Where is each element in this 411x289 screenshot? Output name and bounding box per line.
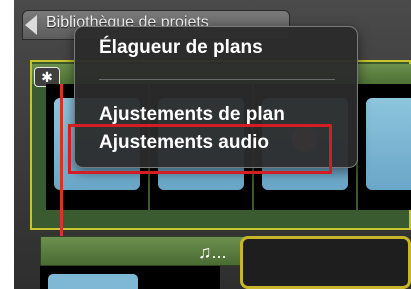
menu-separator xyxy=(99,79,335,80)
imovie-window: Bibliothèque de projets ✱ ♫... Élagueur … xyxy=(0,0,411,289)
menu-item-clip-adjustments[interactable]: Ajustements de plan xyxy=(99,104,285,126)
thumbnail-image xyxy=(366,98,411,190)
clip-thumbnail[interactable] xyxy=(40,266,220,289)
highlight-box xyxy=(68,124,332,174)
thumbnail-image xyxy=(48,274,138,289)
clip-thumbnail[interactable] xyxy=(358,84,411,210)
menu-item-clip-trimmer[interactable]: Élagueur de plans xyxy=(99,37,263,59)
selected-clip[interactable] xyxy=(240,236,411,289)
back-arrow-icon xyxy=(25,15,37,35)
audio-track-label: ♫... xyxy=(198,242,227,262)
